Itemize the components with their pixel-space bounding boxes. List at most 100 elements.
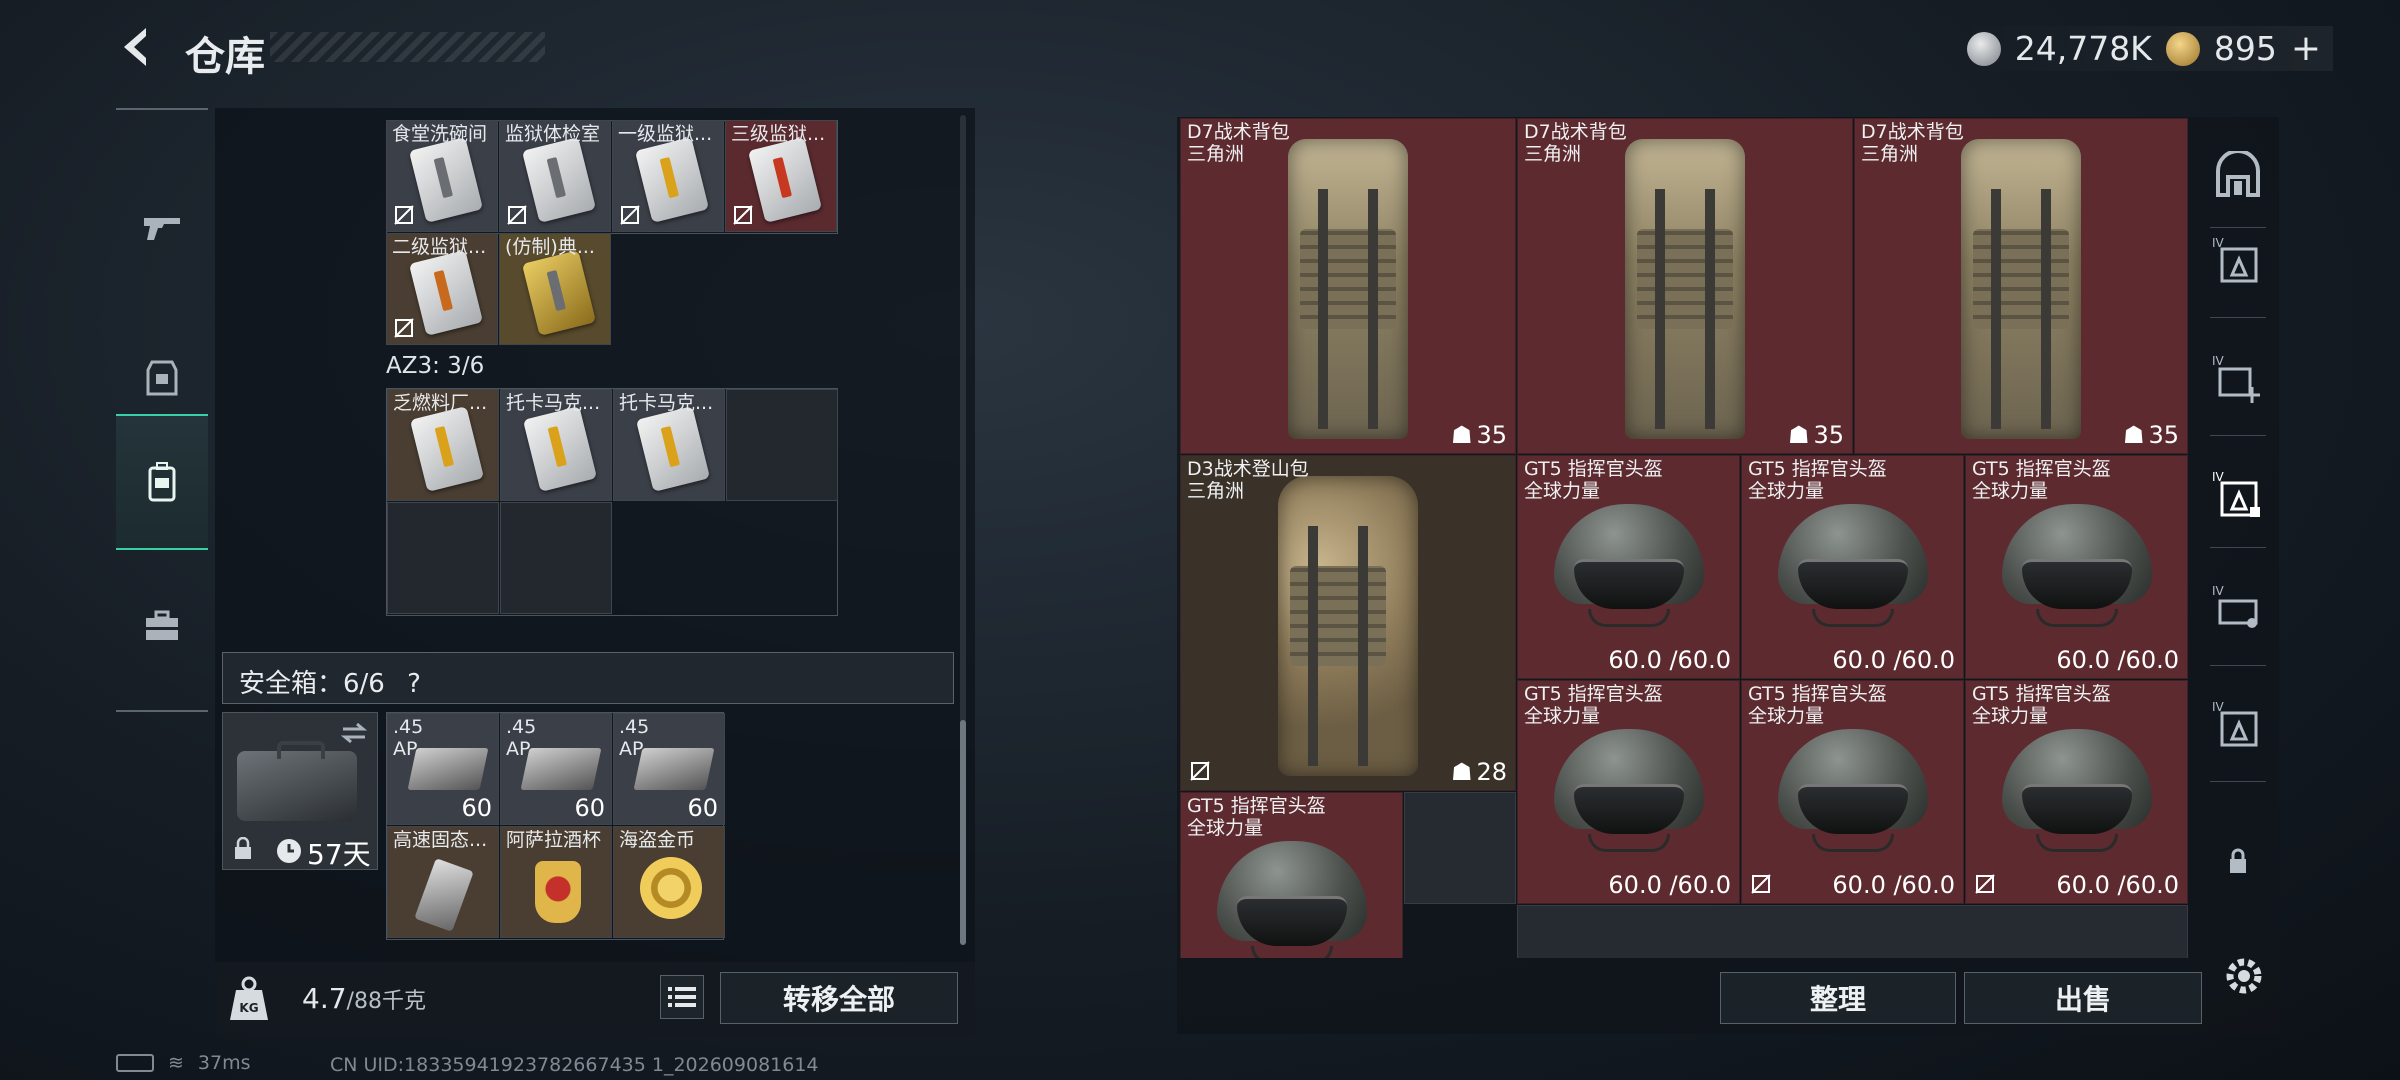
item-label: 一级监狱... (618, 123, 713, 145)
key-card-item[interactable]: 二级监狱... (386, 233, 498, 345)
swap-icon[interactable] (339, 721, 369, 745)
currency-primary: 24,778K (2014, 29, 2152, 68)
ssd-item[interactable]: 高速固态... (387, 826, 499, 938)
backpack-item[interactable]: D3战术登山包 三角洲 ☗ 28 (1180, 455, 1516, 791)
empty-slot[interactable] (1404, 792, 1516, 904)
sell-button[interactable]: 出售 (1964, 972, 2202, 1024)
stash-home-icon[interactable] (2212, 151, 2264, 203)
weight-icon: KG (230, 976, 268, 1020)
safe-box-days: 57天 (307, 838, 371, 871)
empty-slot[interactable] (1517, 905, 2188, 958)
item-label: D7战术背包 三角洲 (1524, 121, 1627, 165)
currency-secondary: 895 (2213, 29, 2277, 68)
empty-slot[interactable] (500, 502, 612, 614)
inventory-scroll-thumb[interactable] (960, 720, 966, 945)
coin-item[interactable]: 海盗金币 (613, 826, 725, 938)
helmet-icon (1777, 504, 1928, 634)
item-count: 60 (687, 794, 718, 822)
not-tradable-icon (394, 205, 414, 225)
stash-grid: D7战术背包 三角洲 ☗ 35 D7战术背包 三角洲 ☗ 35 D7战术背包 三角洲 ☗ 3… (1180, 118, 2188, 958)
add-currency-button[interactable]: + (2291, 28, 2321, 69)
armor-level-icon: ☗ (1787, 421, 1810, 449)
tab-weapons[interactable] (116, 158, 208, 294)
item-label: GT5 指挥官头盔 全球力量 (1748, 458, 1887, 502)
goblet-item[interactable]: 阿萨拉酒杯 (500, 826, 612, 938)
item-durability: 60.0 /60.0 (1832, 646, 1955, 674)
stash-page-active-icon[interactable]: IV (2212, 469, 2264, 521)
item-label: .45 AP (506, 716, 537, 760)
item-label: .45 AP (393, 716, 424, 760)
item-label: 三级监狱... (731, 123, 826, 145)
key-card-item[interactable]: 乏燃料厂... (387, 389, 499, 501)
armor-level-icon: ☗ (1450, 758, 1473, 786)
item-count: 60 (574, 794, 605, 822)
helmet-item[interactable]: GT5 指挥官头盔 全球力量 60.0 /60.0 (1741, 680, 1964, 904)
tab-backpack[interactable] (116, 414, 208, 550)
keycard-icon (634, 137, 710, 223)
helmet-icon (2001, 504, 2152, 634)
helmet-icon (1553, 729, 1704, 859)
ammo-item[interactable]: .45 AP 60 (613, 713, 725, 825)
not-tradable-icon (620, 205, 640, 225)
empty-slot[interactable] (387, 502, 499, 614)
help-icon[interactable]: ? (407, 669, 421, 699)
settings-gear-icon[interactable] (2220, 952, 2268, 1000)
stash-page-iv-icon[interactable]: IV (2212, 699, 2264, 751)
helmet-item[interactable]: GT5 指挥官头盔 全球力量 60.0 /60.0 (1965, 680, 2188, 904)
item-durability: 60.0 /60.0 (2056, 871, 2179, 899)
item-value: ☗ 28 (1450, 758, 1507, 786)
back-arrow-icon[interactable] (112, 22, 162, 72)
status-bar: ≋ 37ms (116, 1052, 251, 1074)
item-label: 食堂洗碗间 (392, 123, 488, 145)
key-card-item[interactable]: 监狱体检室 (499, 120, 611, 232)
list-view-button[interactable] (660, 975, 704, 1019)
helmet-item[interactable]: GT5 指挥官头盔 全球力量 60.0 /60.0 (1965, 455, 2188, 679)
backpack-item[interactable]: D7战术背包 三角洲 ☗ 35 (1854, 118, 2188, 454)
keycard-icon (747, 137, 823, 223)
helmet-item[interactable]: GT5 指挥官头盔 全球力量 (1180, 792, 1403, 958)
stash-page-ticket-icon[interactable]: IV (2212, 583, 2264, 635)
item-label: GT5 指挥官头盔 全球力量 (1972, 458, 2111, 502)
item-label: GT5 指挥官头盔 全球力量 (1972, 683, 2111, 727)
key-card-item[interactable]: 托卡马克... (613, 389, 725, 501)
item-label: D3战术登山包 三角洲 (1187, 458, 1309, 502)
currency-bar[interactable]: 24,778K 895 + (1954, 26, 2333, 71)
safe-box-container[interactable]: 57天 (222, 712, 378, 871)
svg-text:KG: KG (239, 1001, 258, 1015)
helmet-item[interactable]: GT5 指挥官头盔 全球力量 60.0 /60.0 (1517, 455, 1740, 679)
stash-page-add-icon[interactable]: IV (2212, 353, 2264, 405)
key-card-item[interactable]: 一级监狱... (612, 120, 724, 232)
item-label: 监狱体检室 (505, 123, 601, 145)
item-label: GT5 指挥官头盔 全球力量 (1524, 683, 1663, 727)
locked-page-icon (2230, 848, 2246, 873)
key-card-item[interactable]: 食堂洗碗间 (386, 120, 498, 232)
key-card-item[interactable]: 托卡马克... (500, 389, 612, 501)
title-decoration (270, 32, 545, 62)
backpack-icon (148, 462, 176, 502)
svg-text:IV: IV (2212, 354, 2225, 368)
ammo-item[interactable]: .45 AP 60 (500, 713, 612, 825)
not-tradable-icon (1751, 874, 1771, 894)
svg-text:IV: IV (2212, 584, 2225, 598)
key-card-item[interactable]: 三级监狱... (725, 120, 837, 232)
backpack-item[interactable]: D7战术背包 三角洲 ☗ 35 (1517, 118, 1853, 454)
backpack-icon (1961, 139, 2081, 439)
sort-button[interactable]: 整理 (1720, 972, 1956, 1024)
item-label: D7战术背包 三角洲 (1861, 121, 1964, 165)
transfer-all-button[interactable]: 转移全部 (720, 972, 958, 1024)
empty-slot[interactable] (726, 389, 838, 501)
key-grid: 食堂洗碗间 监狱体检室 一级监狱... 三级监狱... 二级监狱... (仿制)… (386, 120, 846, 352)
ping-readout: 37ms (197, 1052, 251, 1074)
helmet-icon (1553, 504, 1704, 634)
container-az3-label: AZ3: 3/6 (386, 353, 485, 379)
backpack-icon (1625, 139, 1745, 439)
helmet-item[interactable]: GT5 指挥官头盔 全球力量 60.0 /60.0 (1741, 455, 1964, 679)
ammo-item[interactable]: .45 AP 60 (387, 713, 499, 825)
item-value: ☗ 35 (2122, 421, 2179, 449)
helmet-item[interactable]: GT5 指挥官头盔 全球力量 60.0 /60.0 (1517, 680, 1740, 904)
toolbox-icon (146, 610, 178, 640)
stash-page-iv-icon[interactable]: IV (2212, 235, 2264, 287)
tab-toolbox[interactable] (116, 558, 208, 694)
key-card-item[interactable]: (仿制)典... (499, 233, 611, 345)
backpack-item[interactable]: D7战术背包 三角洲 ☗ 35 (1180, 118, 1516, 454)
